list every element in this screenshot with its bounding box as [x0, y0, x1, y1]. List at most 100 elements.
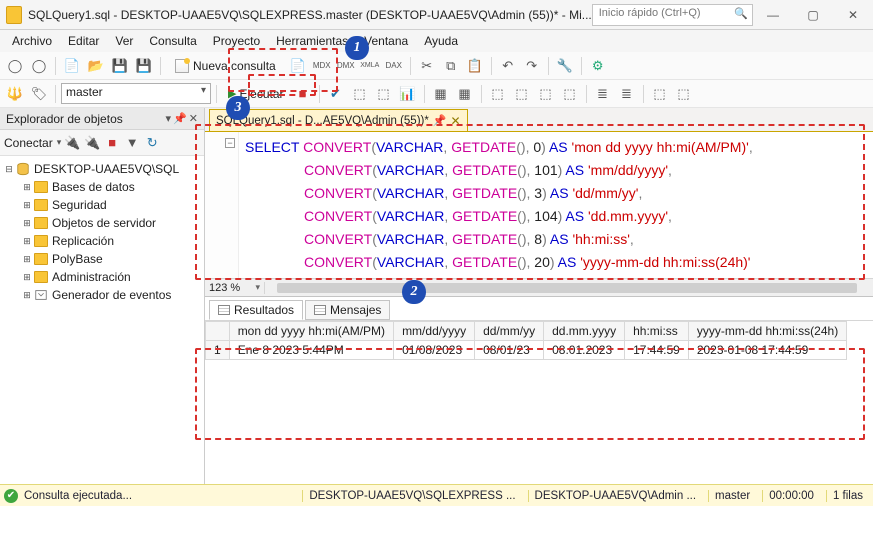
menu-ventana[interactable]: Ventana [356, 32, 416, 50]
menu-consulta[interactable]: Consulta [141, 32, 204, 50]
column-header[interactable]: yyyy-mm-dd hh:mi:ss(24h) [688, 322, 846, 341]
quick-launch-input[interactable]: Inicio rápido (Ctrl+Q) 🔍 [592, 4, 753, 26]
chevron-down-icon[interactable]: ▾ [57, 137, 62, 148]
options4-icon[interactable]: ⬚ [559, 83, 581, 105]
results-grid-icon[interactable]: ▦ [430, 83, 452, 105]
query-xmla-icon[interactable]: XMLA [359, 55, 381, 77]
tab-mensajes[interactable]: Mensajes [305, 300, 390, 320]
menu-editar[interactable]: Editar [60, 32, 107, 50]
dropdown-icon[interactable]: ▾ [166, 112, 172, 125]
grid-cell[interactable]: 08/01/23 [475, 341, 544, 360]
rownum-cell[interactable]: 1 [206, 341, 230, 360]
grid-data-row[interactable]: 1 Ene 8 2023 5:44PM 01/08/2023 08/01/23 … [206, 341, 847, 360]
code-content[interactable]: SELECT CONVERT(VARCHAR, GETDATE(), 0) AS… [239, 132, 873, 278]
maximize-button[interactable]: ▢ [793, 0, 833, 30]
menu-ver[interactable]: Ver [107, 32, 141, 50]
options3-icon[interactable]: ⬚ [535, 83, 557, 105]
plan-icon[interactable]: ⬚ [349, 83, 371, 105]
status-rows: 1 filas [826, 490, 869, 502]
indent-icon[interactable]: ≣ [592, 83, 614, 105]
collapse-region-icon[interactable]: − [225, 138, 235, 148]
refresh-icon[interactable]: ↻ [143, 132, 161, 154]
grid-header-row: mon dd yyyy hh:mi(AM/PM) mm/dd/yyyy dd/m… [206, 322, 847, 341]
menu-ayuda[interactable]: Ayuda [416, 32, 466, 50]
column-header[interactable]: mm/dd/yyyy [394, 322, 475, 341]
query-db-icon[interactable]: 📄 [287, 55, 309, 77]
stop2-icon[interactable]: ■ [103, 132, 121, 154]
results-grid[interactable]: mon dd yyyy hh:mi(AM/PM) mm/dd/yyyy dd/m… [205, 321, 873, 484]
undo-icon[interactable]: ↶ [497, 55, 519, 77]
grid-cell[interactable]: 17:44:59 [625, 341, 689, 360]
tree-node[interactable]: ⊞Objetos de servidor [0, 214, 204, 232]
object-tree[interactable]: ⊟ DESKTOP-UAAE5VQ\SQL ⊞Bases de datos ⊞S… [0, 156, 204, 484]
menu-archivo[interactable]: Archivo [4, 32, 60, 50]
tab-mensajes-label: Mensajes [330, 303, 381, 317]
filter2-icon[interactable]: ▼ [123, 132, 141, 154]
titlebar: SQLQuery1.sql - DESKTOP-UAAE5VQ\SQLEXPRE… [0, 0, 873, 30]
save-icon[interactable]: 💾 [109, 55, 131, 77]
new-query-icon [175, 59, 189, 73]
collapse-icon[interactable]: ⊟ [4, 164, 14, 175]
copy-icon[interactable]: ⧉ [440, 55, 462, 77]
plan2-icon[interactable]: ⬚ [373, 83, 395, 105]
database-selector[interactable]: master [61, 83, 211, 104]
sql-editor[interactable]: − SELECT CONVERT(VARCHAR, GETDATE(), 0) … [205, 132, 873, 278]
grid-cell[interactable]: 08.01.2023 [544, 341, 625, 360]
settings-icon[interactable]: ⚙ [587, 55, 609, 77]
connect-label[interactable]: Conectar [4, 136, 53, 150]
comment-icon[interactable]: ⬚ [649, 83, 671, 105]
paste-icon[interactable]: 📋 [464, 55, 486, 77]
tree-node[interactable]: ⊞PolyBase [0, 250, 204, 268]
grid-cell[interactable]: Ene 8 2023 5:44PM [229, 341, 393, 360]
document-tab[interactable]: SQLQuery1.sql - D...AE5VQ\Admin (55))* 📌… [209, 109, 468, 131]
column-header[interactable]: dd/mm/yy [475, 322, 544, 341]
close-tab-icon[interactable]: ✕ [451, 114, 461, 128]
pin-icon[interactable]: 📌 [173, 112, 187, 125]
tree-node[interactable]: ⊞Generador de eventos [0, 286, 204, 304]
outdent-icon[interactable]: ≣ [616, 83, 638, 105]
nav-back-icon[interactable]: ◯ [4, 55, 26, 77]
new-file-icon[interactable]: 📄 [61, 55, 83, 77]
menu-herramientas[interactable]: Herramientas [268, 32, 356, 50]
tree-node[interactable]: ⊞Replicación [0, 232, 204, 250]
filter-icon[interactable]: 🔱 [4, 83, 26, 105]
stats-icon[interactable]: 📊 [397, 83, 419, 105]
column-header[interactable]: hh:mi:ss [625, 322, 689, 341]
query-dax-icon[interactable]: DAX [383, 55, 405, 77]
parse-icon[interactable]: ✔ [325, 83, 347, 105]
horizontal-scrollbar[interactable] [265, 281, 873, 295]
nav-fwd-icon[interactable]: ◯ [28, 55, 50, 77]
stop-icon[interactable]: ■ [292, 83, 314, 105]
tab-resultados[interactable]: Resultados [209, 300, 303, 320]
cut-icon[interactable]: ✂ [416, 55, 438, 77]
minimize-button[interactable]: ― [753, 0, 793, 30]
execute-button[interactable]: ▶ Ejecutar [222, 83, 290, 105]
grid-cell[interactable]: 01/08/2023 [394, 341, 475, 360]
tree-server-node[interactable]: ⊟ DESKTOP-UAAE5VQ\SQL [0, 160, 204, 178]
tag-icon[interactable]: 🏷 [28, 83, 50, 105]
connect-icon[interactable]: 🔌 [63, 132, 81, 154]
redo-icon[interactable]: ↷ [521, 55, 543, 77]
options-icon[interactable]: ⬚ [487, 83, 509, 105]
find-icon[interactable]: 🔧 [554, 55, 576, 77]
new-query-button[interactable]: Nueva consulta [166, 55, 285, 77]
column-header[interactable]: dd.mm.yyyy [544, 322, 625, 341]
menu-proyecto[interactable]: Proyecto [205, 32, 268, 50]
tree-node[interactable]: ⊞Bases de datos [0, 178, 204, 196]
open-icon[interactable]: 📂 [85, 55, 107, 77]
sqlcmd-icon[interactable]: ▦ [454, 83, 476, 105]
zoom-selector[interactable]: 123 % [205, 282, 265, 294]
disconnect-icon[interactable]: 🔌 [83, 132, 101, 154]
query-dmx-icon[interactable]: DMX [335, 55, 357, 77]
help-icon[interactable]: ⬚ [673, 83, 695, 105]
options2-icon[interactable]: ⬚ [511, 83, 533, 105]
save-all-icon[interactable]: 💾 [133, 55, 155, 77]
pin-tab-icon[interactable]: 📌 [433, 114, 447, 127]
grid-cell[interactable]: 2023-01-08 17:44:59 [688, 341, 846, 360]
column-header[interactable]: mon dd yyyy hh:mi(AM/PM) [229, 322, 393, 341]
query-mdx-icon[interactable]: MDX [311, 55, 333, 77]
tree-node[interactable]: ⊞Administración [0, 268, 204, 286]
tree-node[interactable]: ⊞Seguridad [0, 196, 204, 214]
close-button[interactable]: ✕ [833, 0, 873, 30]
close-panel-icon[interactable]: ✕ [189, 112, 198, 125]
